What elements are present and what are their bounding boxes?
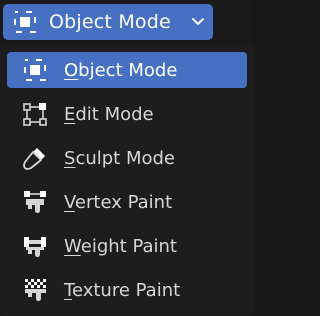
menu-item-label: Texture Paint (64, 279, 181, 301)
vertex-paint-icon (21, 188, 49, 216)
mode-menu-screen: Object Mode Object Mode Edit Mode Sculpt… (0, 0, 254, 316)
object-mode-icon (21, 56, 49, 84)
mode-dropdown-button[interactable]: Object Mode (3, 4, 213, 40)
menu-item-label: Object Mode (64, 59, 178, 81)
menu-item-sculpt-mode[interactable]: Sculpt Mode (7, 140, 247, 176)
menu-item-label: Weight Paint (64, 235, 177, 257)
menu-item-object-mode[interactable]: Object Mode (7, 52, 247, 88)
menu-item-label: Edit Mode (64, 103, 154, 125)
texture-paint-icon (21, 276, 49, 304)
menu-item-label: Sculpt Mode (64, 147, 175, 169)
mode-menu: Object Mode Edit Mode Sculpt Mode Vertex… (0, 44, 254, 316)
menu-item-vertex-paint[interactable]: Vertex Paint (7, 184, 247, 220)
weight-paint-icon (21, 232, 49, 260)
chevron-down-icon (189, 13, 207, 31)
object-mode-icon (13, 10, 37, 34)
edit-mode-icon (21, 100, 49, 128)
menu-item-label: Vertex Paint (64, 191, 173, 213)
current-mode-label: Object Mode (49, 11, 171, 33)
menu-item-texture-paint[interactable]: Texture Paint (7, 272, 247, 308)
menu-item-edit-mode[interactable]: Edit Mode (7, 96, 247, 132)
menu-item-weight-paint[interactable]: Weight Paint (7, 228, 247, 264)
sculpt-mode-icon (21, 144, 49, 172)
